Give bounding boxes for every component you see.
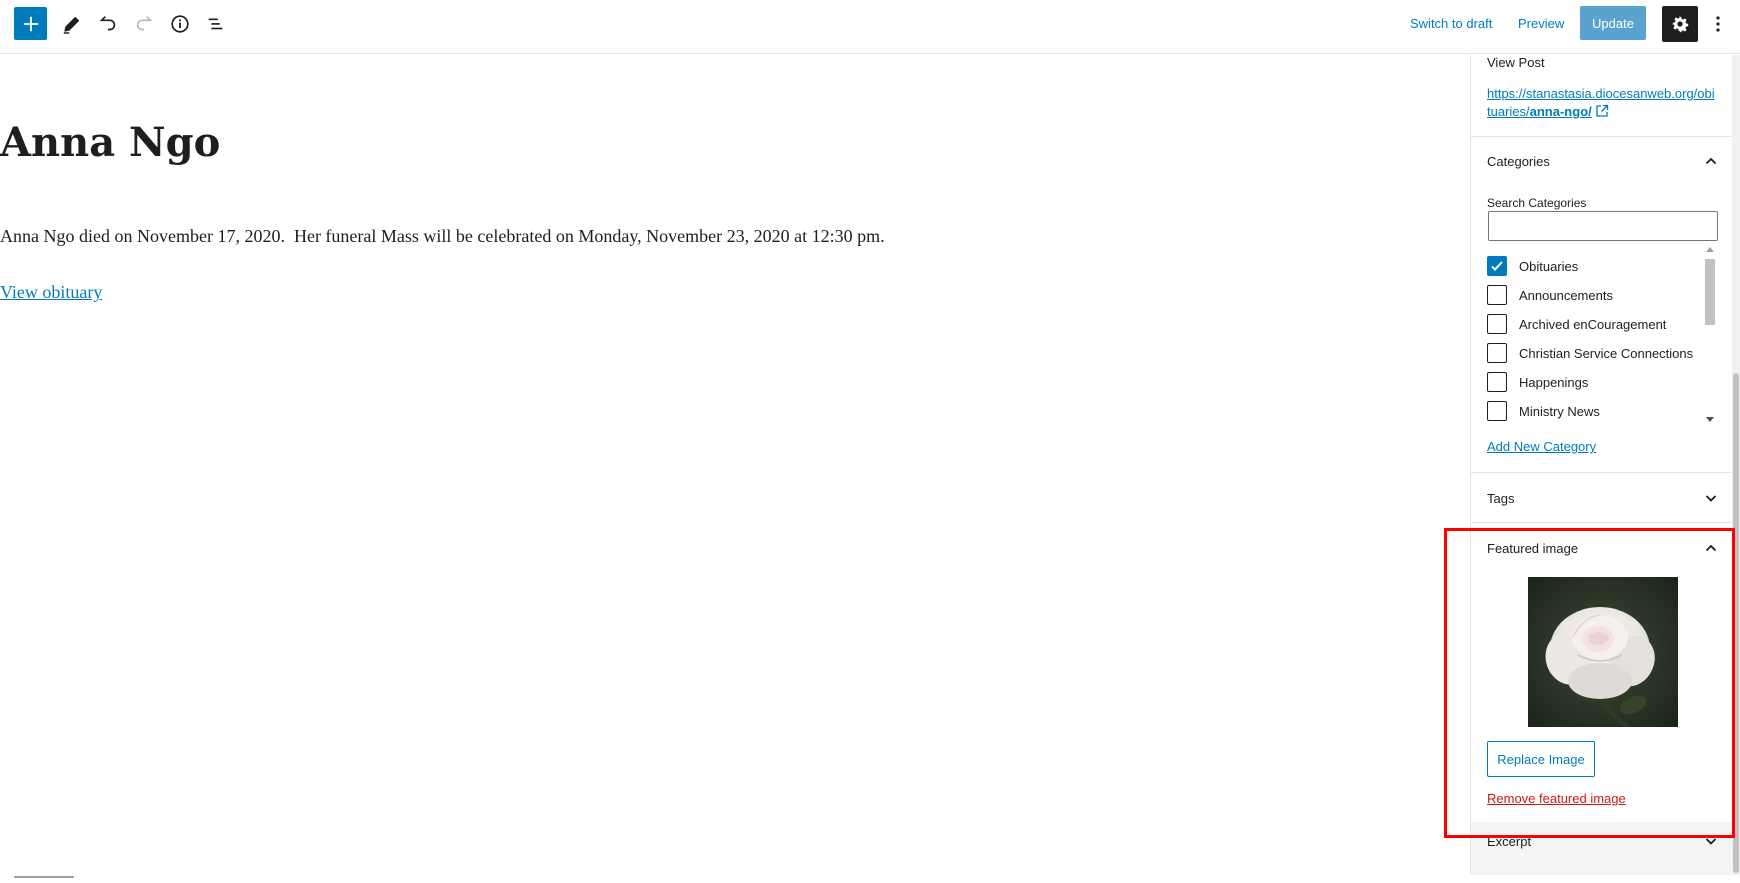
page-scrollbar[interactable] [1732,55,1740,875]
remove-featured-image-link[interactable]: Remove featured image [1487,791,1626,806]
category-checkbox[interactable] [1487,285,1507,305]
block-navigation-button[interactable] [199,7,232,40]
external-link-icon [1596,104,1608,117]
category-label: Announcements [1519,287,1613,303]
checkmark-icon [1491,261,1503,271]
block-inserter-button[interactable] [14,7,47,40]
category-checkbox[interactable] [1487,343,1507,363]
category-checkbox[interactable] [1487,372,1507,392]
undo-button[interactable] [91,7,124,40]
category-item-happenings[interactable]: Happenings [1487,371,1588,393]
categories-panel-title[interactable]: Categories [1487,154,1550,169]
update-button[interactable]: Update [1580,6,1646,40]
details-button[interactable] [163,7,196,40]
permalink-slug: anna-ngo/ [1529,104,1592,119]
category-checkbox[interactable] [1487,256,1507,276]
gear-icon [1672,16,1689,33]
category-label: Obituaries [1519,258,1579,274]
category-label: Happenings [1519,374,1589,390]
replace-image-button[interactable]: Replace Image [1487,741,1595,777]
redo-icon [136,15,152,30]
scroll-down-arrow-icon[interactable] [1706,417,1714,422]
panel-divider [1471,472,1732,473]
excerpt-panel-title[interactable]: Excerpt [1487,834,1531,849]
categories-list: Obituaries Announcements Archived enCour… [1487,247,1713,425]
panel-divider [1471,136,1732,137]
excerpt-panel[interactable]: Excerpt [1471,822,1732,875]
search-categories-input[interactable] [1488,211,1718,241]
view-obituary-link[interactable]: View obituary [0,282,102,303]
plus-icon [23,16,38,31]
category-checkbox[interactable] [1487,401,1507,421]
category-label: Archived enCouragement [1519,316,1667,332]
editor-canvas: Anna Ngo Anna Ngo died on November 17, 2… [0,55,1470,875]
featured-image-panel-title[interactable]: Featured image [1487,541,1578,556]
redo-button[interactable] [127,7,160,40]
page-scrollbar-thumb[interactable] [1733,373,1739,873]
settings-toggle-button[interactable] [1662,6,1698,42]
paragraph-block[interactable]: Anna Ngo died on November 17, 2020. Her … [0,226,885,247]
list-view-icon [208,18,222,29]
tools-button[interactable] [55,7,88,40]
footer-fragment [14,876,74,883]
tags-panel-title[interactable]: Tags [1487,491,1514,506]
featured-image-thumbnail[interactable] [1528,577,1678,727]
more-vertical-icon [1716,16,1720,32]
chevron-up-icon[interactable] [1703,540,1719,556]
scroll-up-arrow-icon[interactable] [1706,247,1714,252]
category-item-christian-service-connections[interactable]: Christian Service Connections [1487,342,1693,364]
more-options-button[interactable] [1706,10,1730,38]
permalink-link[interactable]: https://stanastasia.diocesanweb.org/obit… [1487,85,1717,121]
category-label: Ministry News [1519,403,1600,419]
search-categories-label: Search Categories [1487,196,1587,210]
preview-button[interactable]: Preview [1518,16,1564,31]
settings-sidebar: View Post https://stanastasia.diocesanwe… [1470,55,1732,875]
switch-to-draft-button[interactable]: Switch to draft [1410,16,1492,31]
chevron-down-icon[interactable] [1703,490,1719,506]
chevron-up-icon[interactable] [1703,153,1719,169]
scrollbar-thumb[interactable] [1705,259,1715,325]
info-icon [170,14,189,33]
category-item-obituaries[interactable]: Obituaries [1487,255,1578,277]
add-new-category-link[interactable]: Add New Category [1487,439,1596,454]
category-checkbox[interactable] [1487,314,1507,334]
editor-header-toolbar: Switch to draft Preview Update [0,0,1740,54]
panel-divider [1471,522,1732,523]
chevron-down-icon[interactable] [1703,833,1719,849]
category-item-announcements[interactable]: Announcements [1487,284,1613,306]
categories-scrollbar[interactable] [1703,247,1717,425]
pencil-icon [63,16,79,34]
view-post-label: View Post [1487,55,1545,70]
undo-icon [99,15,115,30]
post-title[interactable]: Anna Ngo [0,119,220,166]
category-label: Christian Service Connections [1519,345,1694,361]
category-item-ministry-news[interactable]: Ministry News [1487,400,1600,422]
category-item-archived-encouragement[interactable]: Archived enCouragement [1487,313,1666,335]
